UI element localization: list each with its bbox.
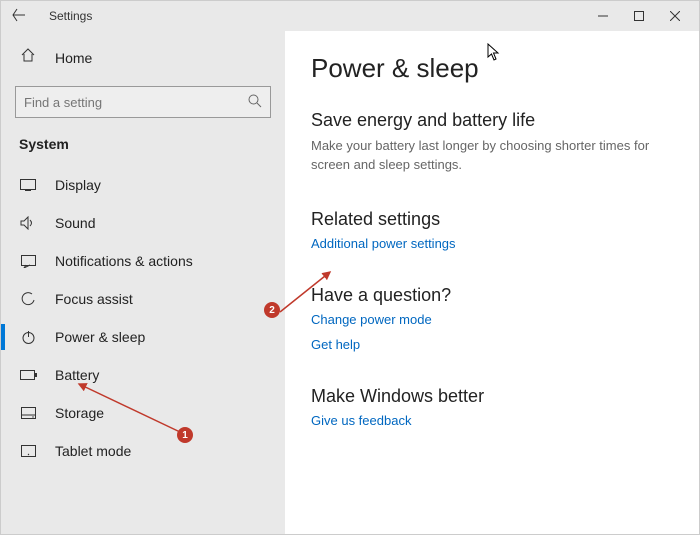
battery-icon bbox=[19, 370, 37, 380]
back-button[interactable] bbox=[7, 8, 31, 25]
better-heading: Make Windows better bbox=[311, 386, 673, 407]
question-heading: Have a question? bbox=[311, 285, 673, 306]
link-give-feedback[interactable]: Give us feedback bbox=[311, 413, 673, 428]
window-title: Settings bbox=[49, 9, 92, 23]
sidebar-item-sound[interactable]: Sound bbox=[1, 204, 285, 242]
storage-icon bbox=[19, 407, 37, 419]
sidebar-item-tablet-mode[interactable]: Tablet mode bbox=[1, 432, 285, 470]
display-icon bbox=[19, 179, 37, 191]
minimize-button[interactable] bbox=[585, 2, 621, 30]
settings-window: Settings Home System bbox=[0, 0, 700, 535]
sidebar-item-focus-assist[interactable]: Focus assist bbox=[1, 280, 285, 318]
home-icon bbox=[19, 47, 37, 68]
sidebar-item-power-sleep[interactable]: Power & sleep bbox=[1, 318, 285, 356]
sidebar-item-label: Storage bbox=[55, 405, 104, 421]
sidebar-item-notifications[interactable]: Notifications & actions bbox=[1, 242, 285, 280]
tablet-icon bbox=[19, 445, 37, 457]
link-get-help[interactable]: Get help bbox=[311, 337, 673, 352]
focus-icon bbox=[19, 292, 37, 307]
energy-desc: Make your battery last longer by choosin… bbox=[311, 137, 651, 175]
maximize-button[interactable] bbox=[621, 2, 657, 30]
close-button[interactable] bbox=[657, 2, 693, 30]
sidebar-item-label: Focus assist bbox=[55, 291, 133, 307]
search-icon bbox=[247, 93, 263, 114]
sidebar-item-label: Notifications & actions bbox=[55, 253, 193, 269]
energy-heading: Save energy and battery life bbox=[311, 110, 673, 131]
sidebar-item-label: Tablet mode bbox=[55, 443, 131, 459]
sidebar-item-display[interactable]: Display bbox=[1, 166, 285, 204]
page-title: Power & sleep bbox=[311, 53, 673, 84]
search-input[interactable] bbox=[15, 86, 271, 118]
sidebar-item-label: Power & sleep bbox=[55, 329, 145, 345]
sidebar-item-label: Battery bbox=[55, 367, 99, 383]
section-energy: Save energy and battery life Make your b… bbox=[311, 110, 673, 175]
sidebar-item-label: Display bbox=[55, 177, 101, 193]
sidebar-item-battery[interactable]: Battery bbox=[1, 356, 285, 394]
link-additional-power-settings[interactable]: Additional power settings bbox=[311, 236, 673, 251]
sound-icon bbox=[19, 216, 37, 230]
section-related: Related settings Additional power settin… bbox=[311, 209, 673, 251]
sidebar-item-label: Sound bbox=[55, 215, 95, 231]
section-question: Have a question? Change power mode Get h… bbox=[311, 285, 673, 352]
sidebar-item-storage[interactable]: Storage bbox=[1, 394, 285, 432]
notifications-icon bbox=[19, 255, 37, 268]
power-icon bbox=[19, 330, 37, 345]
related-heading: Related settings bbox=[311, 209, 673, 230]
titlebar: Settings bbox=[1, 1, 699, 31]
search-wrap bbox=[15, 86, 271, 118]
category-heading: System bbox=[1, 118, 285, 162]
nav-list: Display Sound Notifications & actions Fo… bbox=[1, 166, 285, 470]
section-better: Make Windows better Give us feedback bbox=[311, 386, 673, 428]
home-button[interactable]: Home bbox=[1, 39, 285, 76]
content-pane: Power & sleep Save energy and battery li… bbox=[285, 31, 699, 534]
home-label: Home bbox=[55, 50, 92, 66]
sidebar: Home System Display Sound bbox=[1, 31, 285, 534]
link-change-power-mode[interactable]: Change power mode bbox=[311, 312, 673, 327]
